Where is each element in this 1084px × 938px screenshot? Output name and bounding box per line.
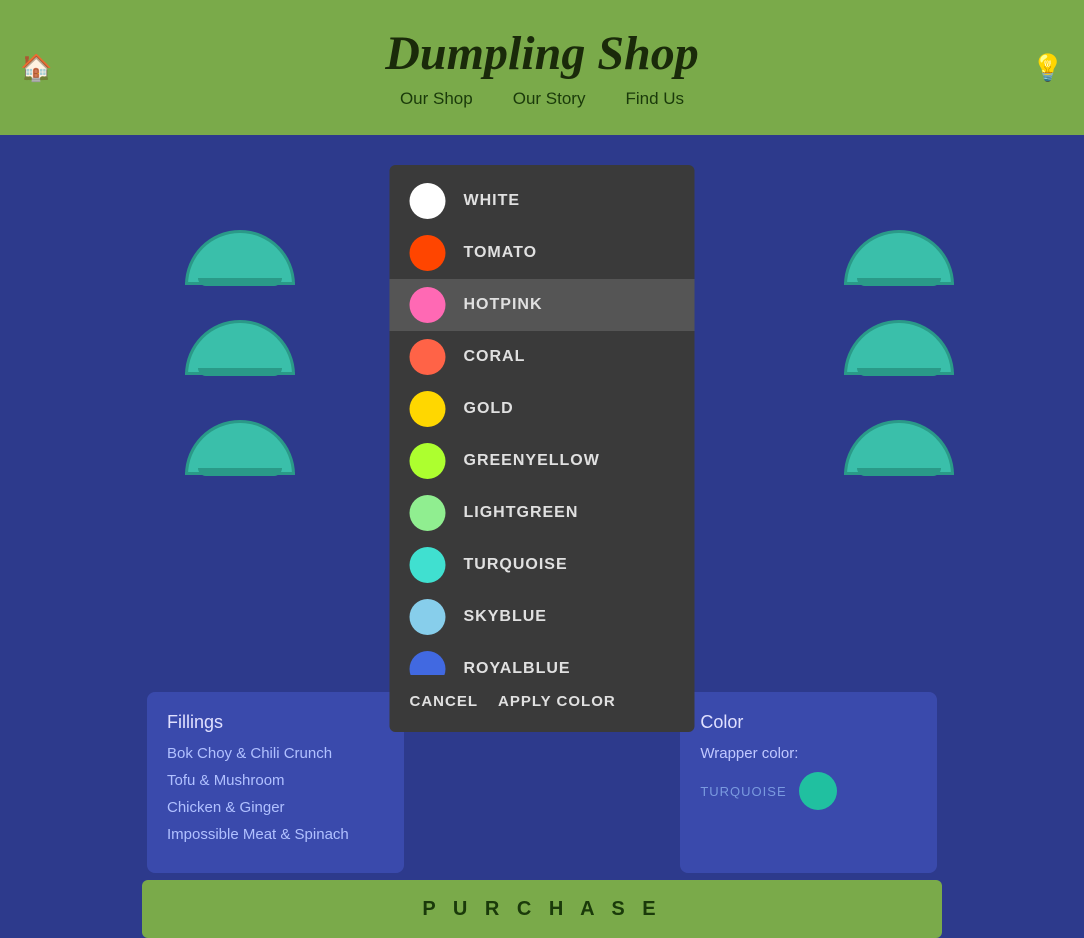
wrapper-color-row: TURQUOISE	[700, 772, 917, 810]
wrapper-color-label: Wrapper color:	[700, 745, 917, 762]
color-option[interactable]: HOTPINK	[390, 279, 695, 331]
dumpling-decoration	[185, 420, 295, 475]
site-title: Dumpling Shop	[385, 26, 698, 81]
picker-footer: CANCEL APPLY COLOR	[390, 675, 695, 722]
nav-find-us[interactable]: Find Us	[625, 89, 684, 109]
fillings-title: Fillings	[167, 712, 384, 733]
dumpling-decoration	[844, 230, 954, 285]
color-panel: Color Wrapper color: TURQUOISE	[680, 692, 937, 873]
purchase-button[interactable]: P U R C H A S E	[142, 880, 942, 938]
color-dot	[410, 443, 446, 479]
color-option[interactable]: ROYALBLUE	[390, 643, 695, 675]
color-name: SKYBLUE	[464, 608, 547, 626]
filling-item[interactable]: Tofu & Mushroom	[167, 772, 384, 789]
color-name: LIGHTGREEN	[464, 504, 579, 522]
header: 🏠 Dumpling Shop Our Shop Our Story Find …	[0, 0, 1084, 135]
color-name: TURQUOISE	[464, 556, 568, 574]
color-name: GOLD	[464, 400, 514, 418]
color-option[interactable]: WHITE	[390, 175, 695, 227]
color-option[interactable]: GREENYELLOW	[390, 435, 695, 487]
apply-color-button[interactable]: APPLY COLOR	[498, 689, 616, 714]
dumpling-decoration	[185, 230, 295, 285]
color-dot	[410, 651, 446, 675]
color-info: Wrapper color: TURQUOISE	[700, 745, 917, 810]
wrapper-color-swatch	[799, 772, 837, 810]
main-content: WHITE TOMATO HOTPINK CORAL GOLD GREENYELLOW LI…	[0, 135, 1084, 938]
cancel-button[interactable]: CANCEL	[410, 689, 479, 714]
nav-our-story[interactable]: Our Story	[513, 89, 586, 109]
fillings-panel: Fillings Bok Choy & Chili Crunch Tofu & …	[147, 692, 404, 873]
brightness-icon[interactable]: 💡	[1032, 52, 1064, 83]
filling-item[interactable]: Chicken & Ginger	[167, 799, 384, 816]
color-option[interactable]: SKYBLUE	[390, 591, 695, 643]
dumpling-decoration	[844, 320, 954, 375]
color-name: ROYALBLUE	[464, 660, 571, 675]
color-name: TOMATO	[464, 244, 538, 262]
color-panel-title: Color	[700, 712, 917, 733]
color-dot	[410, 547, 446, 583]
dumpling-decoration	[844, 420, 954, 475]
dumpling-decoration	[185, 320, 295, 375]
color-dot	[410, 339, 446, 375]
color-option[interactable]: GOLD	[390, 383, 695, 435]
nav-our-shop[interactable]: Our Shop	[400, 89, 473, 109]
color-dot	[410, 495, 446, 531]
color-name: HOTPINK	[464, 296, 543, 314]
main-nav: Our Shop Our Story Find Us	[400, 89, 684, 109]
color-picker-dropdown: WHITE TOMATO HOTPINK CORAL GOLD GREENYELLOW LI…	[390, 165, 695, 732]
color-list: WHITE TOMATO HOTPINK CORAL GOLD GREENYELLOW LI…	[390, 175, 695, 675]
color-dot	[410, 287, 446, 323]
color-dot	[410, 235, 446, 271]
home-icon[interactable]: 🏠	[20, 52, 52, 83]
filling-item[interactable]: Bok Choy & Chili Crunch	[167, 745, 384, 762]
color-dot	[410, 599, 446, 635]
color-option[interactable]: TURQUOISE	[390, 539, 695, 591]
color-option[interactable]: CORAL	[390, 331, 695, 383]
color-dot	[410, 183, 446, 219]
color-name: WHITE	[464, 192, 521, 210]
wrapper-color-name: TURQUOISE	[700, 784, 786, 799]
color-option[interactable]: LIGHTGREEN	[390, 487, 695, 539]
color-option[interactable]: TOMATO	[390, 227, 695, 279]
color-dot	[410, 391, 446, 427]
filling-item[interactable]: Impossible Meat & Spinach	[167, 826, 384, 843]
color-name: GREENYELLOW	[464, 452, 600, 470]
color-name: CORAL	[464, 348, 526, 366]
